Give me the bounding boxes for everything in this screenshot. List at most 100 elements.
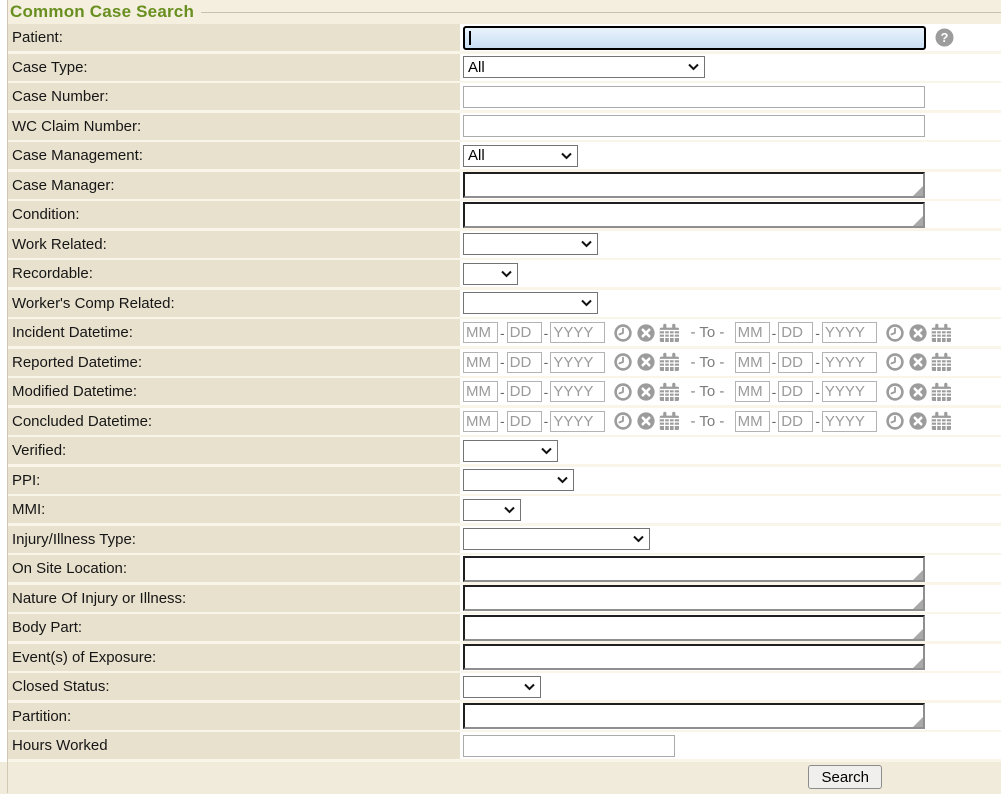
concluded-datetime-label: Concluded Datetime: (8, 408, 460, 435)
form-row-concluded-datetime: Concluded Datetime:-- - To - -- (8, 408, 1001, 435)
verified-select[interactable] (463, 440, 558, 462)
condition-textarea[interactable] (463, 202, 925, 228)
modified-datetime-to-clear-icon[interactable] (908, 382, 928, 402)
modified-datetime-to-dd-input[interactable] (778, 381, 813, 402)
concluded-datetime-to-clock-icon[interactable] (885, 411, 905, 431)
resize-grip-icon[interactable] (913, 658, 923, 668)
resize-grip-icon[interactable] (913, 216, 923, 226)
incident-datetime-to-mm-input[interactable] (735, 322, 770, 343)
resize-grip-icon[interactable] (913, 570, 923, 580)
concluded-datetime-to-clear-icon[interactable] (908, 411, 928, 431)
reported-datetime-from-clock-icon[interactable] (613, 352, 633, 372)
reported-datetime-range-separator: - To - (686, 354, 728, 371)
closed-status-select[interactable] (463, 676, 541, 698)
chevron-down-icon (581, 241, 592, 248)
worker-s-comp-related-select[interactable] (463, 292, 598, 314)
modified-datetime-from-clear-icon[interactable] (636, 382, 656, 402)
patient-input[interactable] (463, 26, 926, 50)
on-site-location-textarea[interactable] (463, 556, 925, 582)
resize-grip-icon[interactable] (913, 186, 923, 196)
concluded-datetime-to-calendar-icon[interactable] (931, 411, 952, 431)
incident-datetime-to-dd-input[interactable] (778, 322, 813, 343)
mmi-select[interactable] (463, 499, 521, 521)
incident-datetime-from-calendar-icon[interactable] (659, 323, 680, 343)
concluded-datetime-from-dd-input[interactable] (507, 411, 542, 432)
incident-datetime-to-clock-icon[interactable] (885, 323, 905, 343)
reported-datetime-to-clear-icon[interactable] (908, 352, 928, 372)
modified-datetime-label: Modified Datetime: (8, 378, 460, 405)
injury-illness-type-select[interactable] (463, 528, 650, 550)
reported-datetime-to-dd-input[interactable] (778, 352, 813, 373)
reported-datetime-to-calendar-icon[interactable] (931, 352, 952, 372)
ppi-select[interactable] (463, 469, 574, 491)
chevron-down-icon (504, 506, 515, 513)
incident-datetime-from-dd-input[interactable] (507, 322, 542, 343)
resize-grip-icon[interactable] (913, 629, 923, 639)
modified-datetime-to-yyyy-input[interactable] (822, 381, 877, 402)
modified-datetime-from-yyyy-input[interactable] (550, 381, 605, 402)
case-type-select[interactable]: All (463, 56, 705, 78)
form-row-case-type: Case Type:All (8, 54, 1001, 81)
form-row-condition: Condition: (8, 201, 1001, 228)
case-manager-textarea[interactable] (463, 172, 925, 198)
reported-datetime-from-dd-input[interactable] (507, 352, 542, 373)
concluded-datetime-from-calendar-icon[interactable] (659, 411, 680, 431)
work-related-select[interactable] (463, 233, 598, 255)
condition-input-cell (460, 201, 1001, 228)
chevron-down-icon (541, 447, 552, 454)
reported-datetime-from-yyyy-input[interactable] (550, 352, 605, 373)
concluded-datetime-to-mm-input[interactable] (735, 411, 770, 432)
reported-datetime-to-yyyy-input[interactable] (822, 352, 877, 373)
search-button[interactable]: Search (808, 765, 882, 789)
concluded-datetime-from-clear-icon[interactable] (636, 411, 656, 431)
resize-grip-icon[interactable] (913, 717, 923, 727)
modified-datetime-to-calendar-icon[interactable] (931, 382, 952, 402)
resize-grip-icon[interactable] (913, 599, 923, 609)
concluded-datetime-to-dd-input[interactable] (778, 411, 813, 432)
condition-label: Condition: (8, 201, 460, 228)
case-management-select[interactable]: All (463, 145, 578, 167)
closed-status-label: Closed Status: (8, 673, 460, 700)
concluded-datetime-input-cell: -- - To - -- (460, 408, 1001, 435)
modified-datetime-to-clock-icon[interactable] (885, 382, 905, 402)
incident-datetime-to-calendar-icon[interactable] (931, 323, 952, 343)
incident-datetime-to-yyyy-input[interactable] (822, 322, 877, 343)
modified-datetime-from-clock-icon[interactable] (613, 382, 633, 402)
reported-datetime-from-separator: - (544, 354, 549, 370)
modified-datetime-from-dd-input[interactable] (507, 381, 542, 402)
incident-datetime-from-clock-icon[interactable] (613, 323, 633, 343)
patient-help-icon[interactable]: ? (935, 28, 954, 47)
reported-datetime-from-mm-input[interactable] (463, 352, 498, 373)
modified-datetime-from-calendar-icon[interactable] (659, 382, 680, 402)
body-part-textarea[interactable] (463, 615, 925, 641)
case-number-input[interactable] (463, 86, 925, 108)
reported-datetime-from-clear-icon[interactable] (636, 352, 656, 372)
incident-datetime-input-cell: -- - To - -- (460, 319, 1001, 346)
form-row-ppi: PPI: (8, 467, 1001, 494)
nature-of-injury-or-illness-input-cell (460, 585, 1001, 612)
incident-datetime-label: Incident Datetime: (8, 319, 460, 346)
concluded-datetime-from-clock-icon[interactable] (613, 411, 633, 431)
concluded-datetime-from-yyyy-input[interactable] (550, 411, 605, 432)
partition-textarea[interactable] (463, 703, 925, 729)
hours-worked-input[interactable] (463, 735, 675, 757)
case-manager-input-cell (460, 172, 1001, 199)
concluded-datetime-to-yyyy-input[interactable] (822, 411, 877, 432)
incident-datetime-from-yyyy-input[interactable] (550, 322, 605, 343)
form-row-reported-datetime: Reported Datetime:-- - To - -- (8, 349, 1001, 376)
concluded-datetime-from-mm-input[interactable] (463, 411, 498, 432)
event-s-of-exposure-textarea[interactable] (463, 644, 925, 670)
incident-datetime-to-clear-icon[interactable] (908, 323, 928, 343)
wc-claim-number-input[interactable] (463, 115, 925, 137)
recordable-select[interactable] (463, 263, 518, 285)
reported-datetime-to-mm-input[interactable] (735, 352, 770, 373)
modified-datetime-from-mm-input[interactable] (463, 381, 498, 402)
modified-datetime-to-mm-input[interactable] (735, 381, 770, 402)
nature-of-injury-or-illness-textarea[interactable] (463, 585, 925, 611)
incident-datetime-from-clear-icon[interactable] (636, 323, 656, 343)
incident-datetime-from-mm-input[interactable] (463, 322, 498, 343)
chevron-down-icon (688, 64, 699, 71)
reported-datetime-from-calendar-icon[interactable] (659, 352, 680, 372)
wc-claim-number-input-cell (460, 113, 1001, 140)
reported-datetime-to-clock-icon[interactable] (885, 352, 905, 372)
